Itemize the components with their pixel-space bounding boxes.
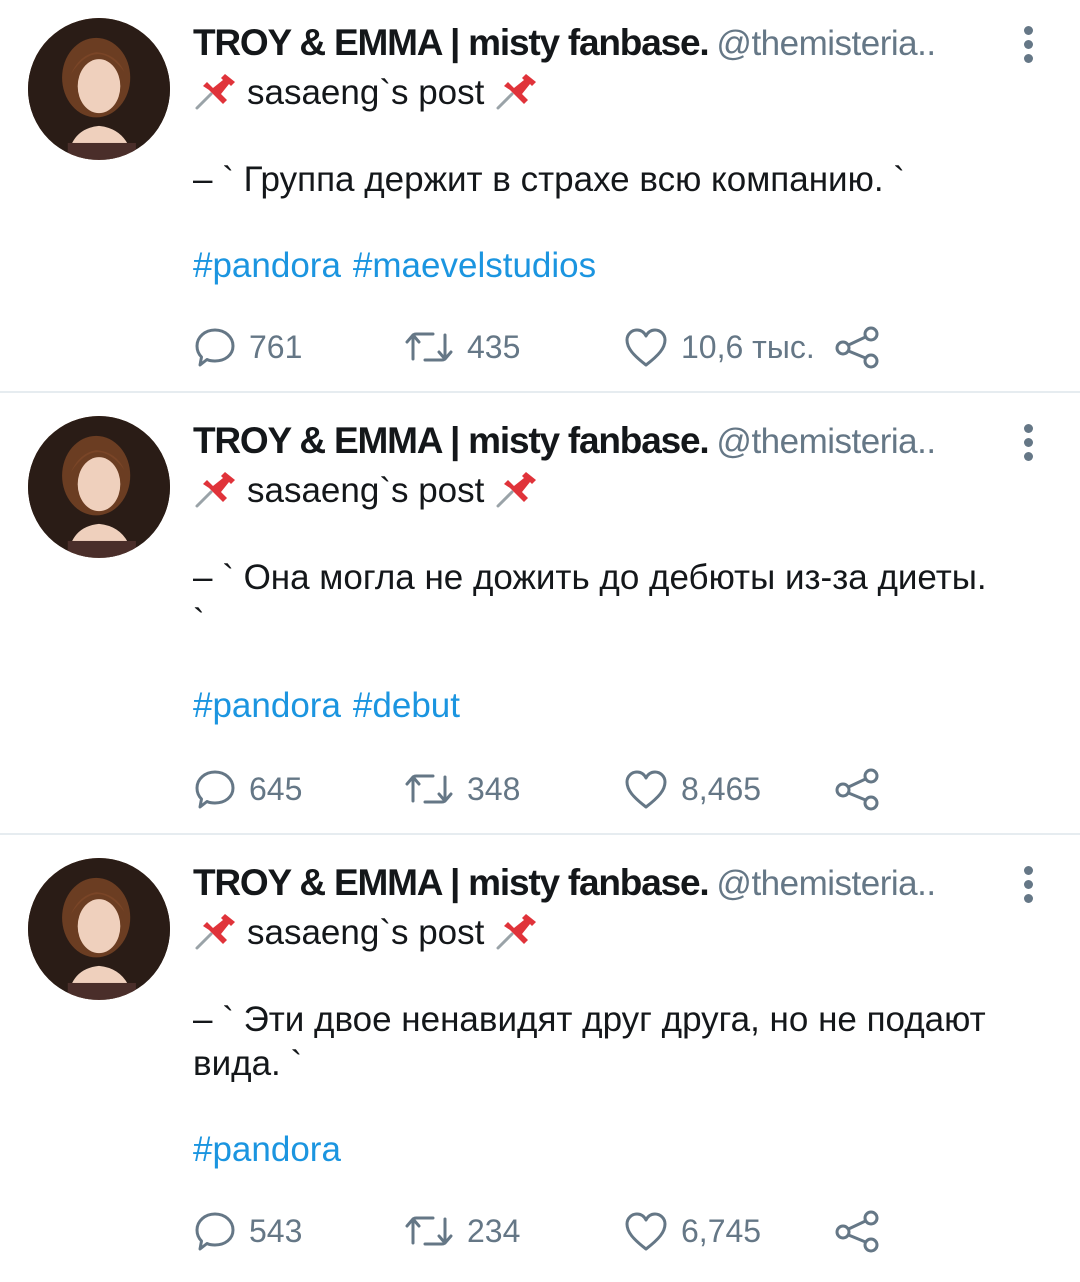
reply-button[interactable]: 761 <box>193 322 302 372</box>
reply-button[interactable]: 645 <box>193 764 302 814</box>
tweet-divider <box>0 833 1080 835</box>
tweet-text: – ` Группа держит в страхе всю компанию.… <box>193 160 905 199</box>
pinned-label-line: sasaeng`s post <box>193 70 538 120</box>
like-button[interactable]: 10,6 тыс. <box>623 322 815 372</box>
hashtag-link[interactable]: #maevelstudios <box>353 246 596 285</box>
author-handle[interactable]: @themisteria.. <box>716 864 936 903</box>
pushpin-icon <box>195 472 235 508</box>
share-nodes-icon <box>835 326 879 369</box>
tweet[interactable]: TROY & EMMA | misty fanbase. @themisteria… <box>0 0 1080 442</box>
tweet-actions: 645 348 8,465 <box>193 764 913 814</box>
speech-bubble-icon <box>195 770 235 809</box>
retweet-count: 234 <box>467 1212 521 1249</box>
pinned-label-line: sasaeng`s post <box>193 910 538 960</box>
hashtags: #pandora <box>193 1130 353 1170</box>
heart-icon <box>625 328 667 367</box>
hashtag-link[interactable]: #pandora <box>193 246 341 285</box>
retweet-button[interactable]: 348 <box>403 764 520 814</box>
more-options-icon[interactable] <box>1020 26 1036 66</box>
tweet-actions: 761 435 10,6 тыс. <box>193 322 913 372</box>
pinned-label: sasaeng`s post <box>247 73 485 112</box>
tweet[interactable]: TROY & EMMA | misty fanbase. @themisteria… <box>0 398 1080 840</box>
pushpin-icon <box>195 914 235 950</box>
tweet-header: TROY & EMMA | misty fanbase. @themisteria… <box>193 420 1033 470</box>
speech-bubble-icon <box>195 1212 235 1251</box>
tweet-divider <box>0 391 1080 393</box>
reply-count: 543 <box>249 1212 303 1249</box>
retweet-arrows-icon <box>405 774 453 804</box>
avatar[interactable] <box>28 858 170 1000</box>
retweet-arrows-icon <box>405 1216 453 1246</box>
pushpin-icon <box>195 74 235 110</box>
tweet-actions: 543 234 6,745 <box>193 1206 913 1256</box>
more-options-icon[interactable] <box>1020 424 1036 464</box>
hashtags: #pandora #debut <box>193 686 472 726</box>
reply-count: 645 <box>249 770 303 807</box>
pushpin-icon <box>496 74 537 110</box>
retweet-count: 348 <box>467 770 521 807</box>
share-button[interactable] <box>833 1206 881 1256</box>
hashtags: #pandora #maevelstudios <box>193 246 608 286</box>
heart-icon <box>625 770 667 809</box>
author-name[interactable]: TROY & EMMA | misty fanbase. <box>193 22 710 63</box>
tweet-text: – ` Она могла не дожить до дебюты из-за … <box>193 558 987 641</box>
hashtag-link[interactable]: #pandora <box>193 686 341 725</box>
pushpin-icon <box>496 472 537 508</box>
share-nodes-icon <box>835 1210 879 1253</box>
timeline-feed: TROY & EMMA | misty fanbase. @themisteria… <box>0 0 1080 1272</box>
hashtag-link[interactable]: #debut <box>353 686 460 725</box>
pinned-label: sasaeng`s post <box>247 913 485 952</box>
reply-button[interactable]: 543 <box>193 1206 302 1256</box>
author-name[interactable]: TROY & EMMA | misty fanbase. <box>193 862 710 903</box>
heart-icon <box>625 1212 667 1251</box>
like-count: 6,745 <box>681 1212 762 1249</box>
like-button[interactable]: 6,745 <box>623 1206 761 1256</box>
retweet-button[interactable]: 234 <box>403 1206 520 1256</box>
share-nodes-icon <box>835 768 879 811</box>
more-options-icon[interactable] <box>1020 866 1036 906</box>
speech-bubble-icon <box>195 328 235 367</box>
author-name[interactable]: TROY & EMMA | misty fanbase. <box>193 420 710 461</box>
pinned-label-line: sasaeng`s post <box>193 468 538 518</box>
reply-count: 761 <box>249 328 303 365</box>
like-count: 10,6 тыс. <box>681 328 815 365</box>
hashtag-link[interactable]: #pandora <box>193 1130 341 1169</box>
tweet-text: – ` Эти двое ненавидят друг друга, но не… <box>193 1000 986 1083</box>
pushpin-icon <box>496 914 537 950</box>
tweet-header: TROY & EMMA | misty fanbase. @themisteria… <box>193 862 1033 912</box>
retweet-button[interactable]: 435 <box>403 322 520 372</box>
tweet-header: TROY & EMMA | misty fanbase. @themisteria… <box>193 22 1033 72</box>
share-button[interactable] <box>833 322 881 372</box>
like-count: 8,465 <box>681 770 762 807</box>
pinned-label: sasaeng`s post <box>247 471 485 510</box>
like-button[interactable]: 8,465 <box>623 764 761 814</box>
avatar[interactable] <box>28 416 170 558</box>
author-handle[interactable]: @themisteria.. <box>716 422 936 461</box>
avatar[interactable] <box>28 18 170 160</box>
retweet-count: 435 <box>467 328 521 365</box>
share-button[interactable] <box>833 764 881 814</box>
tweet[interactable]: TROY & EMMA | misty fanbase. @themisteria… <box>0 840 1080 1282</box>
retweet-arrows-icon <box>405 332 453 362</box>
author-handle[interactable]: @themisteria.. <box>716 24 936 63</box>
